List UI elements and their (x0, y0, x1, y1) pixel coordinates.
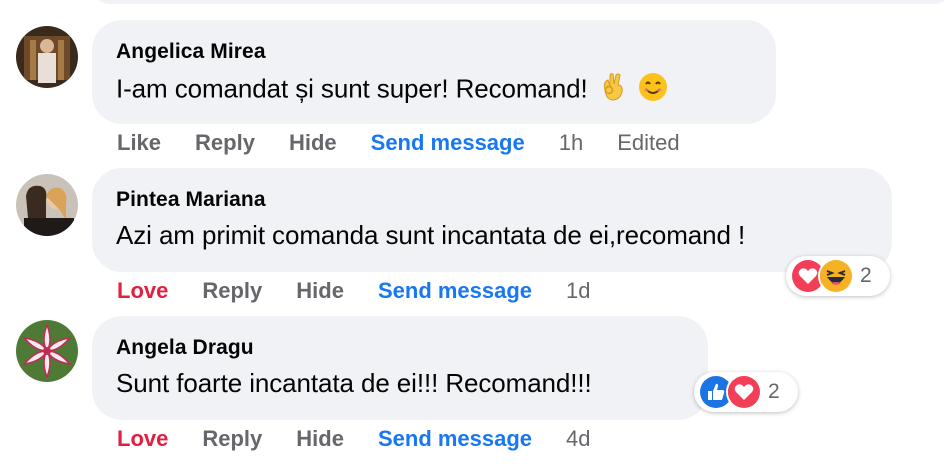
hide-button[interactable]: Hide (296, 426, 344, 452)
love-icon (726, 374, 762, 410)
love-button[interactable]: Love (117, 278, 168, 304)
comment-bubble: Pintea Mariana Azi am primit comanda sun… (92, 168, 892, 272)
comment-author[interactable]: Angelica Mirea (116, 40, 266, 64)
comment-text: Azi am primit comanda sunt incantata de … (116, 220, 746, 250)
reply-button[interactable]: Reply (195, 130, 255, 156)
reaction-summary[interactable]: 2 (786, 256, 890, 296)
comment-text: I-am comandat și sunt super! Recomand! (116, 72, 668, 109)
send-message-button[interactable]: Send message (378, 426, 532, 452)
reaction-summary[interactable]: 2 (694, 372, 798, 412)
like-button[interactable]: Like (117, 130, 161, 156)
previous-comment-bubble (92, 0, 952, 4)
comment-timestamp[interactable]: 4d (566, 426, 590, 452)
love-button[interactable]: Love (117, 426, 168, 452)
ok-hand-icon (599, 72, 627, 109)
comment-actions: Like Reply Hide Send message 1h Edited (117, 130, 714, 156)
comment-bubble: Angela Dragu Sunt foarte incantata de ei… (92, 316, 708, 420)
comment-actions: Love Reply Hide Send message 4d (117, 426, 625, 452)
hide-button[interactable]: Hide (289, 130, 337, 156)
avatar[interactable] (16, 320, 78, 382)
comment-author[interactable]: Pintea Mariana (116, 188, 266, 212)
reaction-count: 2 (860, 264, 872, 287)
hide-button[interactable]: Hide (296, 278, 344, 304)
smiling-face-icon (638, 72, 668, 109)
comment-text-content: I-am comandat și sunt super! Recomand! (116, 73, 588, 104)
comment-timestamp[interactable]: 1d (566, 278, 590, 304)
comment-timestamp[interactable]: 1h (559, 130, 583, 156)
reaction-count: 2 (768, 380, 780, 403)
avatar[interactable] (16, 26, 78, 88)
comment-actions: Love Reply Hide Send message 1d (117, 278, 625, 304)
send-message-button[interactable]: Send message (378, 278, 532, 304)
reply-button[interactable]: Reply (202, 426, 262, 452)
comment-bubble: Angelica Mirea I-am comandat și sunt sup… (92, 20, 776, 124)
comment-author[interactable]: Angela Dragu (116, 336, 254, 360)
reply-button[interactable]: Reply (202, 278, 262, 304)
send-message-button[interactable]: Send message (371, 130, 525, 156)
haha-icon (818, 258, 854, 294)
avatar[interactable] (16, 174, 78, 236)
edited-label[interactable]: Edited (617, 130, 679, 156)
comment-text: Sunt foarte incantata de ei!!! Recomand!… (116, 368, 592, 398)
